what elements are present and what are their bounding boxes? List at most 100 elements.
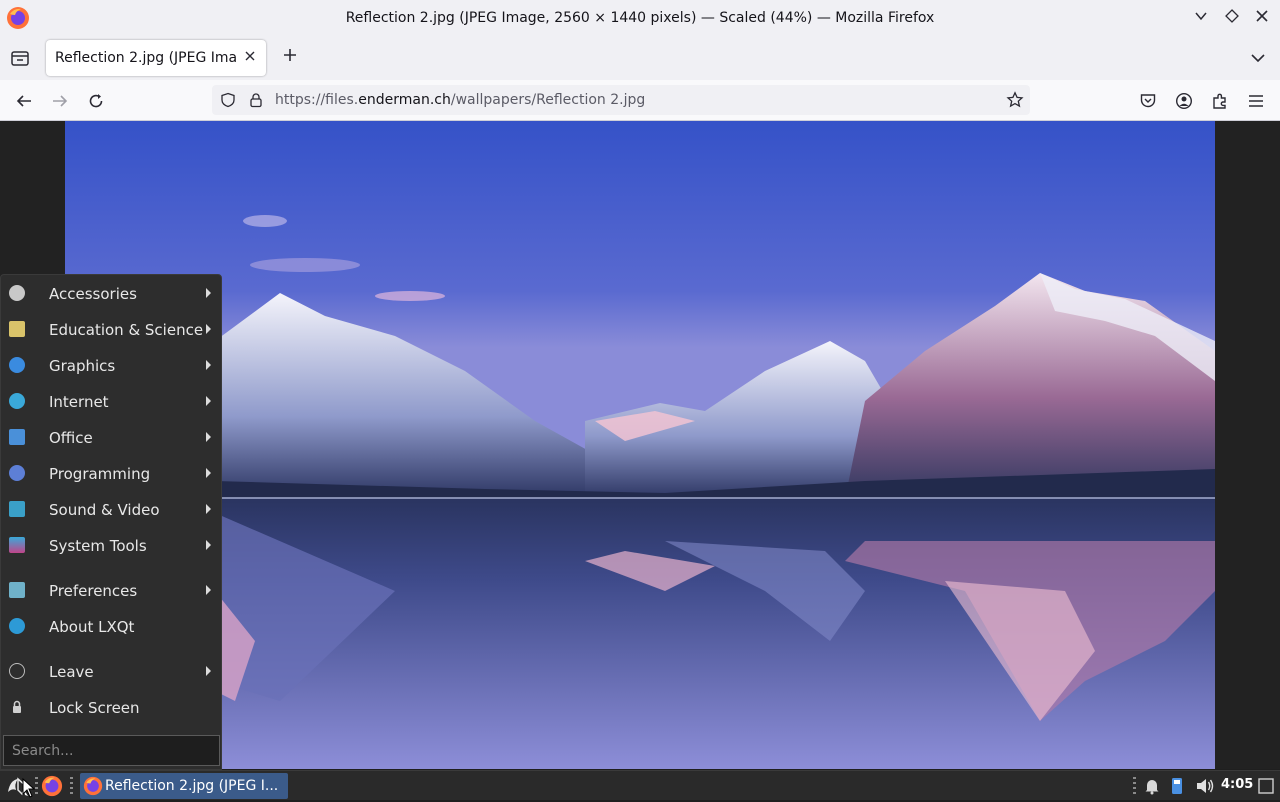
menu-item-office[interactable]: Office bbox=[1, 420, 223, 454]
submenu-arrow-icon bbox=[206, 585, 211, 595]
submenu-arrow-icon bbox=[206, 468, 211, 478]
menu-item-graphics[interactable]: Graphics bbox=[1, 348, 223, 382]
menu-item-label: Sound & Video bbox=[49, 501, 160, 519]
lock-icon[interactable] bbox=[248, 92, 264, 108]
menu-item-leave[interactable]: Leave bbox=[1, 654, 223, 688]
firefox-icon bbox=[83, 776, 103, 796]
extensions-button[interactable] bbox=[1207, 88, 1233, 114]
menu-item-label: About LXQt bbox=[49, 618, 135, 636]
wallpaper-image[interactable] bbox=[65, 121, 1215, 769]
menu-item-system-tools[interactable]: System Tools bbox=[1, 528, 223, 562]
menu-item-lock-screen[interactable]: Lock Screen bbox=[1, 690, 223, 724]
menu-item-label: Internet bbox=[49, 393, 109, 411]
menu-item-accessories[interactable]: Accessories bbox=[1, 276, 223, 310]
window-title: Reflection 2.jpg (JPEG Image, 2560 × 144… bbox=[345, 10, 935, 26]
address-bar[interactable]: https://files.enderman.ch/wallpapers/Ref… bbox=[212, 85, 1030, 115]
menu-item-label: Education & Science bbox=[49, 321, 204, 339]
close-icon bbox=[245, 51, 255, 61]
firefox-view-icon bbox=[11, 51, 29, 66]
tab-title: Reflection 2.jpg (JPEG Image, 2560 × 144… bbox=[55, 50, 237, 66]
menu-item-label: Leave bbox=[49, 663, 94, 681]
preferences-icon bbox=[9, 582, 25, 598]
back-button[interactable] bbox=[11, 88, 37, 114]
chevron-down-icon bbox=[1251, 54, 1265, 63]
notifications-button[interactable] bbox=[1143, 777, 1161, 795]
programming-icon bbox=[9, 465, 25, 481]
accessories-icon bbox=[9, 285, 25, 301]
chevron-down-icon bbox=[1195, 12, 1207, 21]
reload-icon bbox=[89, 94, 103, 108]
window-titlebar[interactable]: Reflection 2.jpg (JPEG Image, 2560 × 144… bbox=[0, 0, 1280, 36]
hamburger-menu-icon bbox=[1249, 95, 1263, 107]
menu-item-label: System Tools bbox=[49, 537, 147, 555]
system-tools-icon bbox=[9, 537, 25, 553]
graphics-icon bbox=[9, 357, 25, 373]
close-window-button[interactable] bbox=[1251, 7, 1273, 29]
menu-item-label: Preferences bbox=[49, 582, 138, 600]
new-tab-button[interactable] bbox=[278, 46, 302, 70]
arrow-left-icon bbox=[16, 95, 31, 107]
url-text[interactable]: https://files.enderman.ch/wallpapers/Ref… bbox=[275, 92, 645, 108]
menu-item-label: Graphics bbox=[49, 357, 116, 375]
pocket-icon bbox=[1140, 94, 1156, 108]
submenu-arrow-icon bbox=[206, 504, 211, 514]
volume-button[interactable] bbox=[1195, 777, 1215, 795]
tab-reflection[interactable]: Reflection 2.jpg (JPEG Image, 2560 × 144… bbox=[46, 40, 266, 76]
menu-item-label: Accessories bbox=[49, 285, 137, 303]
submenu-arrow-icon bbox=[206, 360, 211, 370]
account-button[interactable] bbox=[1171, 88, 1197, 114]
bookmark-star-icon[interactable] bbox=[1006, 91, 1024, 109]
mountain-lake-illustration bbox=[65, 121, 1215, 769]
menu-item-internet[interactable]: Internet bbox=[1, 384, 223, 418]
puzzle-icon bbox=[1213, 93, 1226, 109]
menu-item-sound-video[interactable]: Sound & Video bbox=[1, 492, 223, 526]
submenu-arrow-icon bbox=[206, 432, 211, 442]
tab-strip: Reflection 2.jpg (JPEG Image, 2560 × 144… bbox=[0, 36, 1280, 80]
menu-item-label: Programming bbox=[49, 465, 151, 483]
url-path: /wallpapers/Reflection 2.jpg bbox=[450, 92, 646, 108]
taskbar-task-firefox[interactable]: Reflection 2.jpg (JPEG I... bbox=[80, 773, 288, 799]
menu-item-label: Lock Screen bbox=[49, 699, 140, 717]
tracking-shield-icon[interactable] bbox=[220, 92, 236, 108]
firefox-view-button[interactable] bbox=[8, 46, 32, 70]
menu-item-programming[interactable]: Programming bbox=[1, 456, 223, 490]
menu-item-preferences[interactable]: Preferences bbox=[1, 573, 223, 607]
sound-video-icon bbox=[9, 501, 25, 517]
minimize-button[interactable] bbox=[1190, 7, 1212, 29]
show-desktop-button[interactable] bbox=[1257, 777, 1275, 795]
menu-item-education-science[interactable]: Education & Science bbox=[1, 312, 223, 346]
reload-button[interactable] bbox=[83, 88, 109, 114]
quicklaunch-firefox[interactable] bbox=[41, 775, 63, 797]
application-menu: Accessories Education & Science Graphics… bbox=[0, 274, 222, 770]
maximize-button[interactable] bbox=[1221, 7, 1243, 29]
submenu-arrow-icon bbox=[206, 540, 211, 550]
lock-icon bbox=[9, 699, 25, 715]
diamond-icon bbox=[1225, 9, 1239, 23]
account-icon bbox=[1175, 92, 1193, 110]
office-icon bbox=[9, 429, 25, 445]
education-icon bbox=[9, 321, 25, 337]
tab-close-button[interactable] bbox=[240, 48, 260, 68]
forward-button[interactable] bbox=[47, 88, 73, 114]
clock[interactable]: 4:05 bbox=[1221, 777, 1253, 792]
menu-item-about-lxqt[interactable]: About LXQt bbox=[1, 609, 223, 643]
app-menu-button[interactable] bbox=[1243, 88, 1269, 114]
removable-media-button[interactable] bbox=[1169, 776, 1185, 796]
submenu-arrow-icon bbox=[206, 288, 211, 298]
menu-search-box[interactable] bbox=[3, 735, 220, 766]
bell-icon bbox=[1145, 780, 1159, 795]
show-desktop-icon bbox=[1258, 778, 1274, 794]
close-icon bbox=[1256, 10, 1268, 22]
navigation-toolbar: https://files.enderman.ch/wallpapers/Ref… bbox=[0, 80, 1280, 121]
url-prefix: https://files. bbox=[275, 92, 359, 108]
pocket-button[interactable] bbox=[1135, 88, 1161, 114]
arrow-right-icon bbox=[53, 95, 68, 107]
power-icon bbox=[9, 663, 25, 679]
lxqt-icon bbox=[9, 618, 25, 634]
task-label: Reflection 2.jpg (JPEG I... bbox=[105, 778, 279, 794]
speaker-icon bbox=[1197, 779, 1214, 793]
menu-item-label: Office bbox=[49, 429, 93, 447]
list-all-tabs-button[interactable] bbox=[1246, 46, 1270, 70]
menu-search-input[interactable] bbox=[4, 736, 219, 765]
mouse-cursor-icon bbox=[22, 778, 36, 798]
